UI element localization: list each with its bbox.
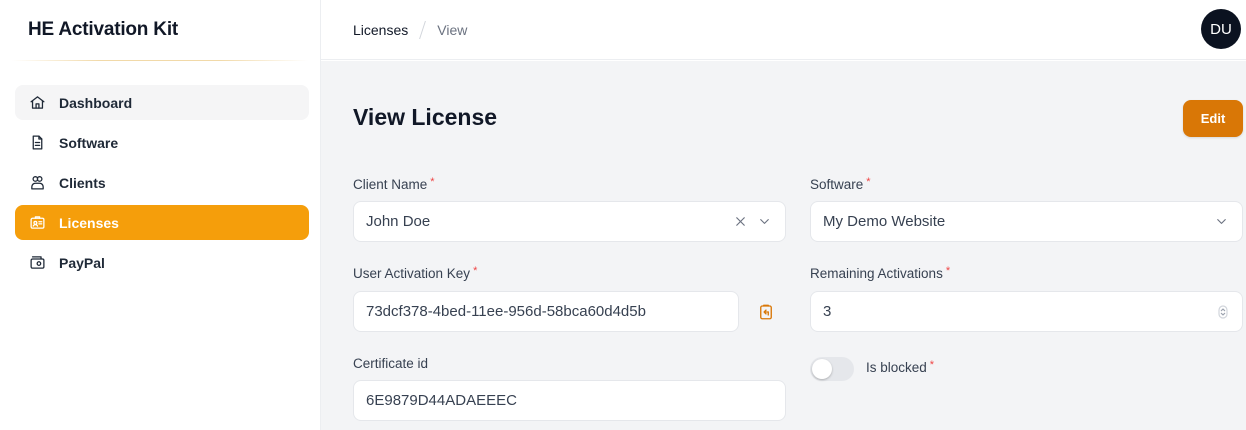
is-blocked-label: Is blocked * (866, 360, 934, 378)
sidebar-nav: Dashboard Software Clients Licenses PayP… (15, 85, 309, 285)
activation-key-value: 73dcf378-4bed-11ee-956d-58bca60d4d5b (366, 303, 646, 320)
activation-key-label-text: User Activation Key (353, 266, 471, 281)
activation-key-field[interactable]: 73dcf378-4bed-11ee-956d-58bca60d4d5b (353, 291, 739, 332)
app-title: HE Activation Kit (28, 19, 179, 40)
certificate-id-label: Certificate id (353, 356, 428, 374)
breadcrumb-current: View (437, 21, 468, 38)
sidebar: HE Activation Kit Dashboard Software Cli… (0, 0, 321, 430)
breadcrumb-licenses-link[interactable]: Licenses (353, 22, 408, 38)
required-mark: * (473, 265, 478, 277)
client-name-label-text: Client Name (353, 177, 428, 192)
required-mark: * (929, 359, 935, 371)
is-blocked-toggle[interactable] (810, 357, 854, 381)
users-icon (27, 173, 47, 193)
sidebar-item-label: Dashboard (59, 94, 133, 111)
copy-to-clipboard-icon[interactable] (756, 302, 776, 322)
sidebar-item-licenses[interactable]: Licenses (15, 205, 309, 240)
remaining-activations-label: Remaining Activations * (810, 266, 950, 284)
remaining-activations-input[interactable]: 3 (810, 291, 1243, 332)
sidebar-item-label: PayPal (59, 254, 105, 271)
clear-icon[interactable] (731, 214, 749, 229)
activation-key-label: User Activation Key * (353, 266, 477, 284)
sidebar-item-clients[interactable]: Clients (15, 165, 309, 200)
required-mark: * (866, 176, 871, 188)
required-mark: * (430, 176, 435, 188)
sidebar-item-label: Licenses (59, 214, 119, 231)
main-content: View License Edit Client Name * John Doe … (321, 61, 1246, 430)
edit-button[interactable]: Edit (1183, 100, 1243, 137)
sidebar-item-software[interactable]: Software (15, 125, 309, 160)
certificate-id-field[interactable]: 6E9879D44ADAEEEC (353, 380, 786, 421)
software-label: Software * (810, 177, 871, 195)
home-icon (27, 93, 47, 113)
page-title: View License (353, 104, 498, 130)
license-icon (27, 213, 47, 233)
is-blocked-label-text: Is blocked (866, 360, 927, 375)
sidebar-item-paypal[interactable]: PayPal (15, 245, 309, 280)
sidebar-item-label: Software (59, 134, 119, 151)
client-name-select[interactable]: John Doe (353, 201, 786, 242)
breadcrumb-separator (419, 20, 427, 39)
toggle-knob (812, 359, 832, 379)
remaining-activations-value: 3 (823, 303, 832, 320)
chevron-down-icon[interactable] (1212, 214, 1230, 229)
brand-divider (12, 60, 308, 61)
software-value: My Demo Website (823, 213, 946, 230)
required-mark: * (945, 265, 951, 277)
user-avatar[interactable]: DU (1201, 9, 1241, 49)
software-select[interactable]: My Demo Website (810, 201, 1243, 242)
client-name-value: John Doe (366, 213, 431, 230)
number-stepper-icon[interactable] (1214, 304, 1232, 320)
sidebar-item-label: Clients (59, 174, 106, 191)
client-name-label: Client Name * (353, 177, 435, 195)
top-bar: Licenses View DU (321, 0, 1246, 60)
breadcrumb: Licenses View (321, 20, 468, 39)
document-icon (27, 133, 47, 153)
certificate-id-label-text: Certificate id (353, 356, 429, 371)
certificate-id-value: 6E9879D44ADAEEEC (366, 392, 517, 409)
sidebar-item-dashboard[interactable]: Dashboard (15, 85, 309, 120)
software-label-text: Software (810, 177, 864, 192)
chevron-down-icon[interactable] (755, 214, 773, 229)
wallet-icon (27, 253, 47, 273)
remaining-activations-label-text: Remaining Activations (810, 266, 943, 281)
